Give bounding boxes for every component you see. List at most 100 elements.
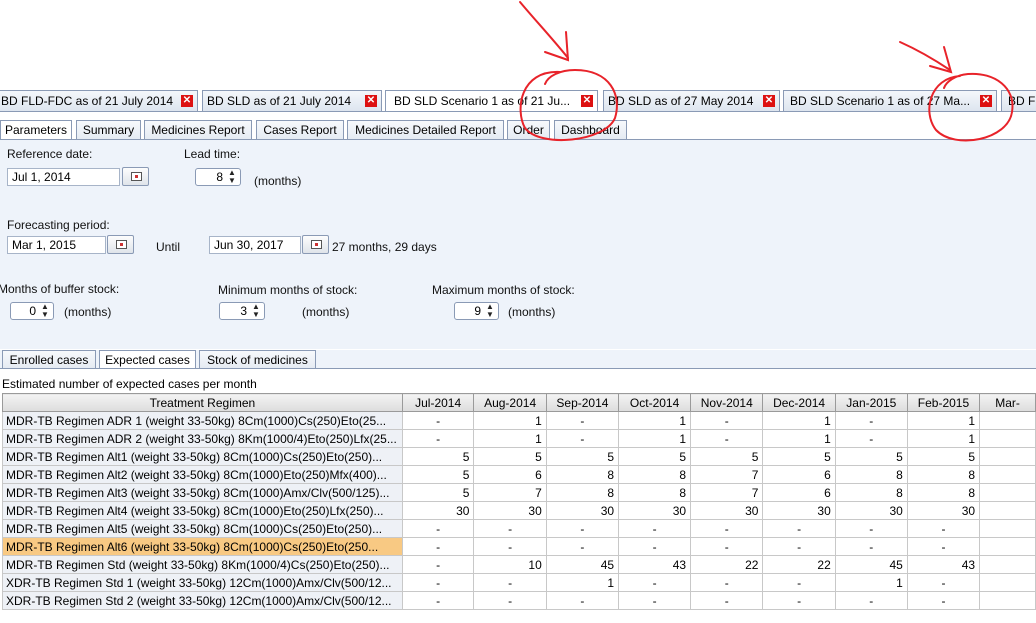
cases-cell: 1 [762, 411, 836, 430]
tab-enrolled-cases[interactable]: Enrolled cases [2, 350, 96, 369]
cases-cell [979, 537, 1036, 556]
table-row[interactable]: MDR-TB Regimen Alt3 (weight 33-50kg) 8Cm… [2, 483, 1036, 502]
table-row[interactable]: MDR-TB Regimen ADR 2 (weight 33-50kg) 8K… [2, 429, 1036, 448]
regimen-name-cell: MDR-TB Regimen Alt3 (weight 33-50kg) 8Cm… [2, 483, 403, 502]
cases-cell: 5 [618, 447, 692, 466]
cases-cell: - [834, 591, 908, 610]
main-tab-bar: Parameters Summary Medicines Report Case… [0, 120, 1036, 140]
table-row[interactable]: MDR-TB Regimen ADR 1 (weight 33-50kg) 8C… [2, 411, 1036, 430]
cases-cell: 5 [906, 447, 981, 466]
tab-medicines-report[interactable]: Medicines Report [144, 120, 252, 140]
close-icon[interactable]: ✕ [763, 95, 775, 107]
cases-cell: - [473, 573, 547, 592]
cases-cell: 1 [762, 429, 836, 448]
cases-tab-divider [0, 368, 1036, 369]
spinner-arrows-icon[interactable]: ▲ ▼ [485, 303, 495, 319]
table-row[interactable]: XDR-TB Regimen Std 2 (weight 33-50kg) 12… [2, 591, 1036, 610]
buffer-stock-value: 0 [29, 304, 36, 318]
regimen-name-cell: MDR-TB Regimen Std (weight 33-50kg) 8Km(… [2, 555, 403, 574]
cases-cell: - [473, 591, 547, 610]
table-row[interactable]: MDR-TB Regimen Alt4 (weight 33-50kg) 8Cm… [2, 501, 1036, 520]
regimen-name-cell: MDR-TB Regimen Alt5 (weight 33-50kg) 8Cm… [2, 519, 403, 538]
cases-cell: 1 [906, 411, 981, 430]
tab-expected-cases[interactable]: Expected cases [99, 350, 196, 369]
cases-cell: 5 [545, 447, 620, 466]
reference-date-field[interactable]: Jul 1, 2014 [7, 168, 120, 186]
min-stock-value: 3 [240, 304, 247, 318]
table-row[interactable]: MDR-TB Regimen Std (weight 33-50kg) 8Km(… [2, 555, 1036, 574]
column-header-month[interactable]: Aug-2014 [473, 393, 547, 412]
annotation-arrowhead-2 [929, 46, 953, 74]
doc-tab-bd-f[interactable]: BD F [1001, 90, 1036, 111]
doc-tab-bd-sld-scenario1-27-may[interactable]: BD SLD Scenario 1 as of 27 Ma... ✕ [783, 90, 997, 111]
max-stock-spinner[interactable]: 9 ▲ ▼ [454, 302, 499, 320]
table-row[interactable]: MDR-TB Regimen Alt2 (weight 33-50kg) 8Cm… [2, 465, 1036, 484]
document-tab-bar: BD FLD-FDC as of 21 July 2014 ✕ BD SLD a… [0, 90, 1036, 112]
cases-cell: - [690, 573, 764, 592]
cases-cell: - [545, 591, 620, 610]
tab-medicines-detailed-report[interactable]: Medicines Detailed Report [347, 120, 504, 140]
min-stock-spinner[interactable]: 3 ▲ ▼ [219, 302, 265, 320]
doc-tab-bd-sld-scenario1-21-july[interactable]: BD SLD Scenario 1 as of 21 Ju... ✕ [385, 90, 598, 112]
annotation-arrow-1 [519, 1, 569, 59]
table-row[interactable]: MDR-TB Regimen Alt6 (weight 33-50kg) 8Cm… [2, 537, 1036, 556]
tab-cases-report[interactable]: Cases Report [256, 120, 344, 140]
reference-date-label: Reference date: [7, 147, 93, 161]
table-row[interactable]: MDR-TB Regimen Alt5 (weight 33-50kg) 8Cm… [2, 519, 1036, 538]
cases-cell: 7 [690, 465, 764, 484]
tab-dashboard[interactable]: Dashboard [554, 120, 627, 140]
buffer-stock-spinner[interactable]: 0 ▲ ▼ [10, 302, 54, 320]
forecast-end-calendar-button[interactable] [302, 235, 329, 254]
doc-tab-bd-sld-21-july[interactable]: BD SLD as of 21 July 2014 ✕ [202, 90, 382, 111]
regimen-name-cell: XDR-TB Regimen Std 2 (weight 33-50kg) 12… [2, 591, 403, 610]
forecast-start-calendar-button[interactable] [107, 235, 134, 254]
max-stock-value: 9 [474, 304, 481, 318]
cases-cell: 30 [834, 501, 908, 520]
column-header-month[interactable]: Dec-2014 [762, 393, 836, 412]
table-row[interactable]: XDR-TB Regimen Std 1 (weight 33-50kg) 12… [2, 573, 1036, 592]
spinner-arrows-icon[interactable]: ▲ ▼ [251, 303, 261, 319]
doc-tab-bd-sld-27-may[interactable]: BD SLD as of 27 May 2014 ✕ [603, 90, 780, 111]
spinner-arrows-icon[interactable]: ▲ ▼ [40, 303, 50, 319]
cases-cell: - [690, 411, 764, 430]
cases-cell [979, 483, 1036, 502]
lead-time-spinner[interactable]: 8 ▲ ▼ [195, 168, 241, 186]
reference-date-calendar-button[interactable] [122, 167, 149, 186]
cases-cell: 6 [473, 465, 547, 484]
cases-cell [979, 573, 1036, 592]
spinner-arrows-icon[interactable]: ▲ ▼ [227, 169, 237, 185]
tab-parameters[interactable]: Parameters [0, 120, 72, 140]
forecast-start-field[interactable]: Mar 1, 2015 [7, 236, 106, 254]
close-icon[interactable]: ✕ [980, 95, 992, 107]
table-row[interactable]: MDR-TB Regimen Alt1 (weight 33-50kg) 8Cm… [2, 447, 1036, 466]
close-icon[interactable]: ✕ [365, 95, 377, 107]
tab-order[interactable]: Order [507, 120, 550, 140]
column-header-month[interactable]: Jul-2014 [401, 393, 475, 412]
tab-summary[interactable]: Summary [76, 120, 141, 140]
tab-stock-of-medicines[interactable]: Stock of medicines [199, 350, 316, 369]
column-header-month[interactable]: Feb-2015 [906, 393, 981, 412]
column-header-month[interactable]: Jan-2015 [834, 393, 908, 412]
cases-cell: 8 [906, 483, 981, 502]
forecast-end-field[interactable]: Jun 30, 2017 [209, 236, 301, 254]
cases-cell: 7 [690, 483, 764, 502]
column-header-month[interactable]: Sep-2014 [545, 393, 620, 412]
lead-time-unit: (months) [254, 174, 302, 188]
close-icon[interactable]: ✕ [181, 95, 193, 107]
close-icon[interactable]: ✕ [581, 95, 593, 107]
regimen-name-cell: MDR-TB Regimen Alt6 (weight 33-50kg) 8Cm… [2, 537, 403, 556]
cases-cell: 8 [834, 465, 908, 484]
column-header-month[interactable]: Nov-2014 [690, 393, 764, 412]
cases-cell: - [834, 537, 908, 556]
cases-cell: - [401, 537, 475, 556]
annotation-arrow-2 [899, 41, 951, 71]
column-header-treatment-regimen[interactable]: Treatment Regimen [2, 393, 403, 412]
until-label: Until [156, 240, 181, 254]
regimen-name-cell: XDR-TB Regimen Std 1 (weight 33-50kg) 12… [2, 573, 403, 592]
column-header-month[interactable]: Oct-2014 [618, 393, 692, 412]
cases-cell: - [906, 573, 981, 592]
doc-tab-bd-fld-fdc-21-july[interactable]: BD FLD-FDC as of 21 July 2014 ✕ [0, 90, 198, 111]
column-header-month[interactable]: Mar- [979, 393, 1036, 412]
lead-time-label: Lead time: [184, 147, 241, 161]
cases-cell: 43 [618, 555, 692, 574]
